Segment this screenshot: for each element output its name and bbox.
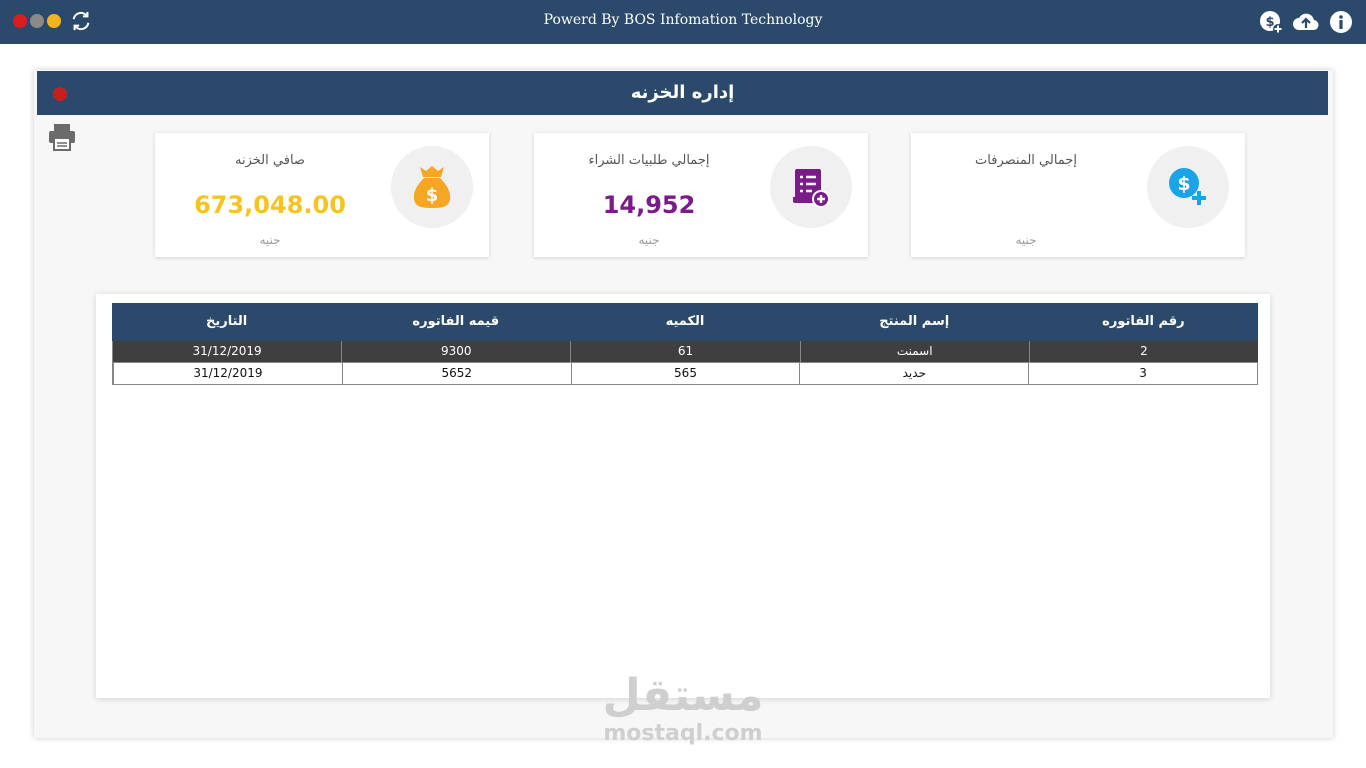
card-value: 14,952 [602,191,696,219]
card-icon-circle: $ [1147,146,1229,228]
table-row[interactable]: 3 حديد 565 5652 31/12/2019 [112,363,1258,385]
card-icon-circle [770,146,852,228]
printer-icon[interactable] [48,122,76,152]
card-label: صافي الخزنه [235,153,305,168]
watermark-logo: مستقل mostaql.com [595,670,771,746]
net-treasury-card: $ صافي الخزنه 673,048.00 جنيه [155,133,489,257]
app-title: Powerd By BOS Infomation Technology [543,12,823,28]
column-header-product-name[interactable]: إسم المنتج [800,303,1029,341]
svg-text:$: $ [1177,173,1190,195]
table-row[interactable]: 2 اسمنت 61 9300 31/12/2019 [111,341,1258,363]
card-value: 673,048.00 [194,191,346,219]
card-unit: جنيه [259,233,281,247]
cell-invoice-value: 9300 [341,341,570,362]
money-bag-icon: $ [413,166,451,208]
cell-product-name: اسمنت [799,341,1029,362]
cell-quantity: 565 [570,363,800,384]
purchase-orders-card: إجمالي طلبيات الشراء 14,952 جنيه [534,133,868,257]
card-label: إجمالي طلبيات الشراء [588,153,710,168]
purchase-order-icon [793,169,830,208]
cell-date: 31/12/2019 [111,341,341,362]
column-header-quantity[interactable]: الكميه [570,303,799,341]
panel-title: إداره الخزنه [630,82,735,103]
cell-invoice-value: 5652 [341,363,571,384]
column-header-invoice-value[interactable]: قيمه الفاتوره [341,303,570,341]
dollar-add-icon: $ [1169,168,1206,205]
invoices-table-container: رقم الفاتوره إسم المنتج الكميه قيمه الفا… [96,294,1270,698]
treasury-panel: إداره الخزنه $ صافي الخزنه 673,048.00 جن… [34,70,1333,738]
cell-quantity: 61 [570,341,799,362]
panel-header: إداره الخزنه [37,71,1328,115]
add-money-icon[interactable]: $ [1259,10,1283,34]
column-header-invoice-number[interactable]: رقم الفاتوره [1029,303,1258,341]
title-bar: Powerd By BOS Infomation Technology $ [0,0,1366,44]
card-unit: جنيه [638,233,660,247]
total-expenses-card: $ إجمالي المنصرفات جنيه [911,133,1245,257]
svg-text:$: $ [426,185,439,206]
watermark-latin-text: mostaql.com [603,721,763,746]
invoices-table: رقم الفاتوره إسم المنتج الكميه قيمه الفا… [111,303,1258,385]
cell-invoice-number: 3 [1028,363,1257,384]
column-header-date[interactable]: التاريخ [112,303,341,341]
cloud-upload-icon[interactable] [1292,10,1320,34]
card-icon-circle: $ [391,146,473,228]
card-unit: جنيه [1015,233,1037,247]
watermark-arabic-text: مستقل [602,670,764,721]
card-label: إجمالي المنصرفات [975,153,1077,168]
table-header: رقم الفاتوره إسم المنتج الكميه قيمه الفا… [112,303,1258,341]
cell-product-name: حديد [799,363,1028,384]
cell-invoice-number: 2 [1028,341,1258,362]
cell-date: 31/12/2019 [113,363,342,384]
info-icon[interactable] [1329,10,1353,34]
